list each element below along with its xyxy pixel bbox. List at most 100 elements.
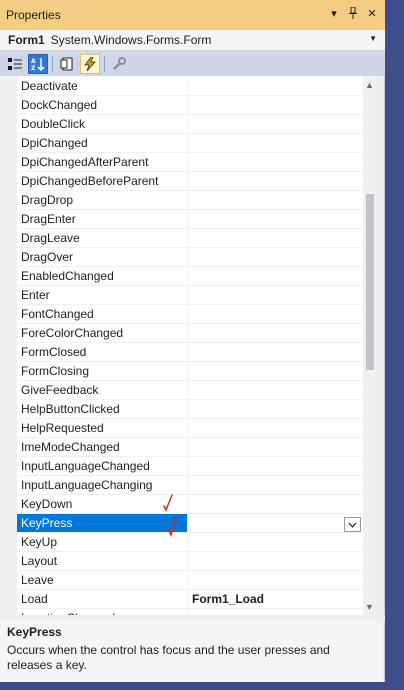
wrench-icon[interactable] [109, 54, 129, 74]
event-handler-value[interactable] [189, 96, 363, 114]
event-name[interactable]: FormClosed [17, 343, 188, 361]
event-row[interactable]: InputLanguageChanged [17, 457, 363, 476]
event-name[interactable]: FontChanged [17, 305, 188, 323]
event-name[interactable]: DragDrop [17, 191, 188, 209]
event-handler-value[interactable] [189, 343, 363, 361]
event-handler-value[interactable] [189, 571, 363, 589]
scroll-down-arrow-icon[interactable]: ▼ [365, 602, 374, 612]
event-row[interactable]: Load Form1_Load [17, 590, 363, 609]
event-name[interactable]: DpiChangedBeforeParent [17, 172, 188, 190]
alphabetical-icon[interactable]: A Z [28, 53, 48, 74]
event-name[interactable]: Enter [17, 286, 188, 304]
event-row[interactable]: HelpButtonClicked [17, 400, 363, 419]
event-row[interactable]: KeyUp [17, 533, 363, 552]
event-name[interactable]: DockChanged [17, 96, 188, 114]
event-handler-value[interactable] [189, 229, 363, 247]
event-handler-value[interactable] [189, 134, 363, 152]
close-icon[interactable]: ✕ [365, 7, 379, 21]
event-row[interactable]: GiveFeedback [17, 381, 363, 400]
property-pages-icon[interactable] [57, 54, 77, 74]
event-name[interactable]: FormClosing [17, 362, 188, 380]
event-row[interactable]: Leave [17, 571, 363, 590]
event-row[interactable]: FormClosing [17, 362, 363, 381]
scroll-up-arrow-icon[interactable]: ▲ [365, 80, 374, 90]
event-handler-dropdown[interactable] [344, 517, 361, 532]
event-name[interactable]: HelpRequested [17, 419, 188, 437]
event-name[interactable]: DoubleClick [17, 115, 188, 133]
event-name[interactable]: Leave [17, 571, 188, 589]
event-row[interactable]: Enter [17, 286, 363, 305]
event-handler-value[interactable] [189, 552, 363, 570]
svg-text:A: A [31, 58, 36, 65]
event-handler-value[interactable] [189, 191, 363, 209]
event-handler-value[interactable] [189, 248, 363, 266]
event-name[interactable]: Layout [17, 552, 188, 570]
pin-icon[interactable] [346, 6, 360, 21]
event-name[interactable]: DpiChanged [17, 134, 188, 152]
event-row[interactable]: ImeModeChanged [17, 438, 363, 457]
event-name[interactable]: DpiChangedAfterParent [17, 153, 188, 171]
title-bar[interactable]: Properties ▾ ✕ [0, 0, 385, 30]
event-handler-value[interactable] [189, 115, 363, 133]
event-row[interactable]: DragLeave [17, 229, 363, 248]
event-handler-value[interactable] [189, 153, 363, 171]
event-handler-value[interactable] [189, 514, 363, 532]
event-name[interactable]: Deactivate [17, 77, 188, 95]
event-name[interactable]: DragEnter [17, 210, 188, 228]
event-handler-value[interactable] [189, 210, 363, 228]
event-handler-value[interactable] [189, 419, 363, 437]
event-row[interactable]: DockChanged [17, 96, 363, 115]
event-handler-value[interactable] [189, 267, 363, 285]
event-row[interactable]: Deactivate [17, 77, 363, 96]
chevron-down-icon[interactable]: ▼ [369, 34, 377, 43]
event-handler-value[interactable] [189, 457, 363, 475]
events-icon[interactable] [80, 53, 100, 74]
red-checkmark-annotation [163, 494, 177, 537]
event-row[interactable]: KeyPress [17, 514, 363, 533]
event-name[interactable]: DragLeave [17, 229, 188, 247]
event-name[interactable]: HelpButtonClicked [17, 400, 188, 418]
event-name[interactable]: DragOver [17, 248, 188, 266]
event-name[interactable]: EnabledChanged [17, 267, 188, 285]
description-panel: KeyPress Occurs when the control has foc… [0, 621, 383, 681]
event-handler-value[interactable] [189, 476, 363, 494]
event-name[interactable]: ImeModeChanged [17, 438, 188, 456]
event-row[interactable]: DpiChangedBeforeParent [17, 172, 363, 191]
event-handler-value[interactable] [189, 533, 363, 551]
event-row[interactable]: KeyDown [17, 495, 363, 514]
vertical-scrollbar[interactable]: ▲ ▼ [363, 76, 377, 615]
window-position-dropdown-icon[interactable]: ▾ [327, 7, 341, 21]
event-handler-value[interactable] [189, 495, 363, 513]
event-handler-value[interactable] [189, 305, 363, 323]
event-row[interactable]: DragOver [17, 248, 363, 267]
event-handler-value[interactable] [189, 362, 363, 380]
event-name[interactable]: Load [17, 590, 188, 608]
event-name[interactable]: InputLanguageChanged [17, 457, 188, 475]
event-row[interactable]: HelpRequested [17, 419, 363, 438]
event-handler-value[interactable]: Form1_Load [189, 590, 363, 608]
event-handler-value[interactable] [189, 381, 363, 399]
categorized-icon[interactable] [5, 54, 25, 74]
event-handler-value[interactable] [189, 324, 363, 342]
event-row[interactable]: DpiChanged [17, 134, 363, 153]
event-row[interactable]: EnabledChanged [17, 267, 363, 286]
event-row[interactable]: DragDrop [17, 191, 363, 210]
event-name[interactable]: ForeColorChanged [17, 324, 188, 342]
event-handler-value[interactable] [189, 286, 363, 304]
event-handler-value[interactable] [189, 172, 363, 190]
scroll-thumb[interactable] [366, 194, 374, 370]
event-handler-value[interactable] [189, 438, 363, 456]
event-row[interactable]: DoubleClick [17, 115, 363, 134]
event-row[interactable]: Layout [17, 552, 363, 571]
event-row[interactable]: InputLanguageChanging [17, 476, 363, 495]
object-selector[interactable]: Form1 System.Windows.Forms.Form ▼ [0, 30, 385, 51]
event-row[interactable]: DragEnter [17, 210, 363, 229]
event-name[interactable]: GiveFeedback [17, 381, 188, 399]
event-row[interactable]: FormClosed [17, 343, 363, 362]
event-handler-value[interactable] [189, 77, 363, 95]
event-handler-value[interactable] [189, 400, 363, 418]
event-row[interactable]: FontChanged [17, 305, 363, 324]
event-row[interactable]: ForeColorChanged [17, 324, 363, 343]
event-row[interactable]: DpiChangedAfterParent [17, 153, 363, 172]
object-name: Form1 [8, 33, 45, 47]
